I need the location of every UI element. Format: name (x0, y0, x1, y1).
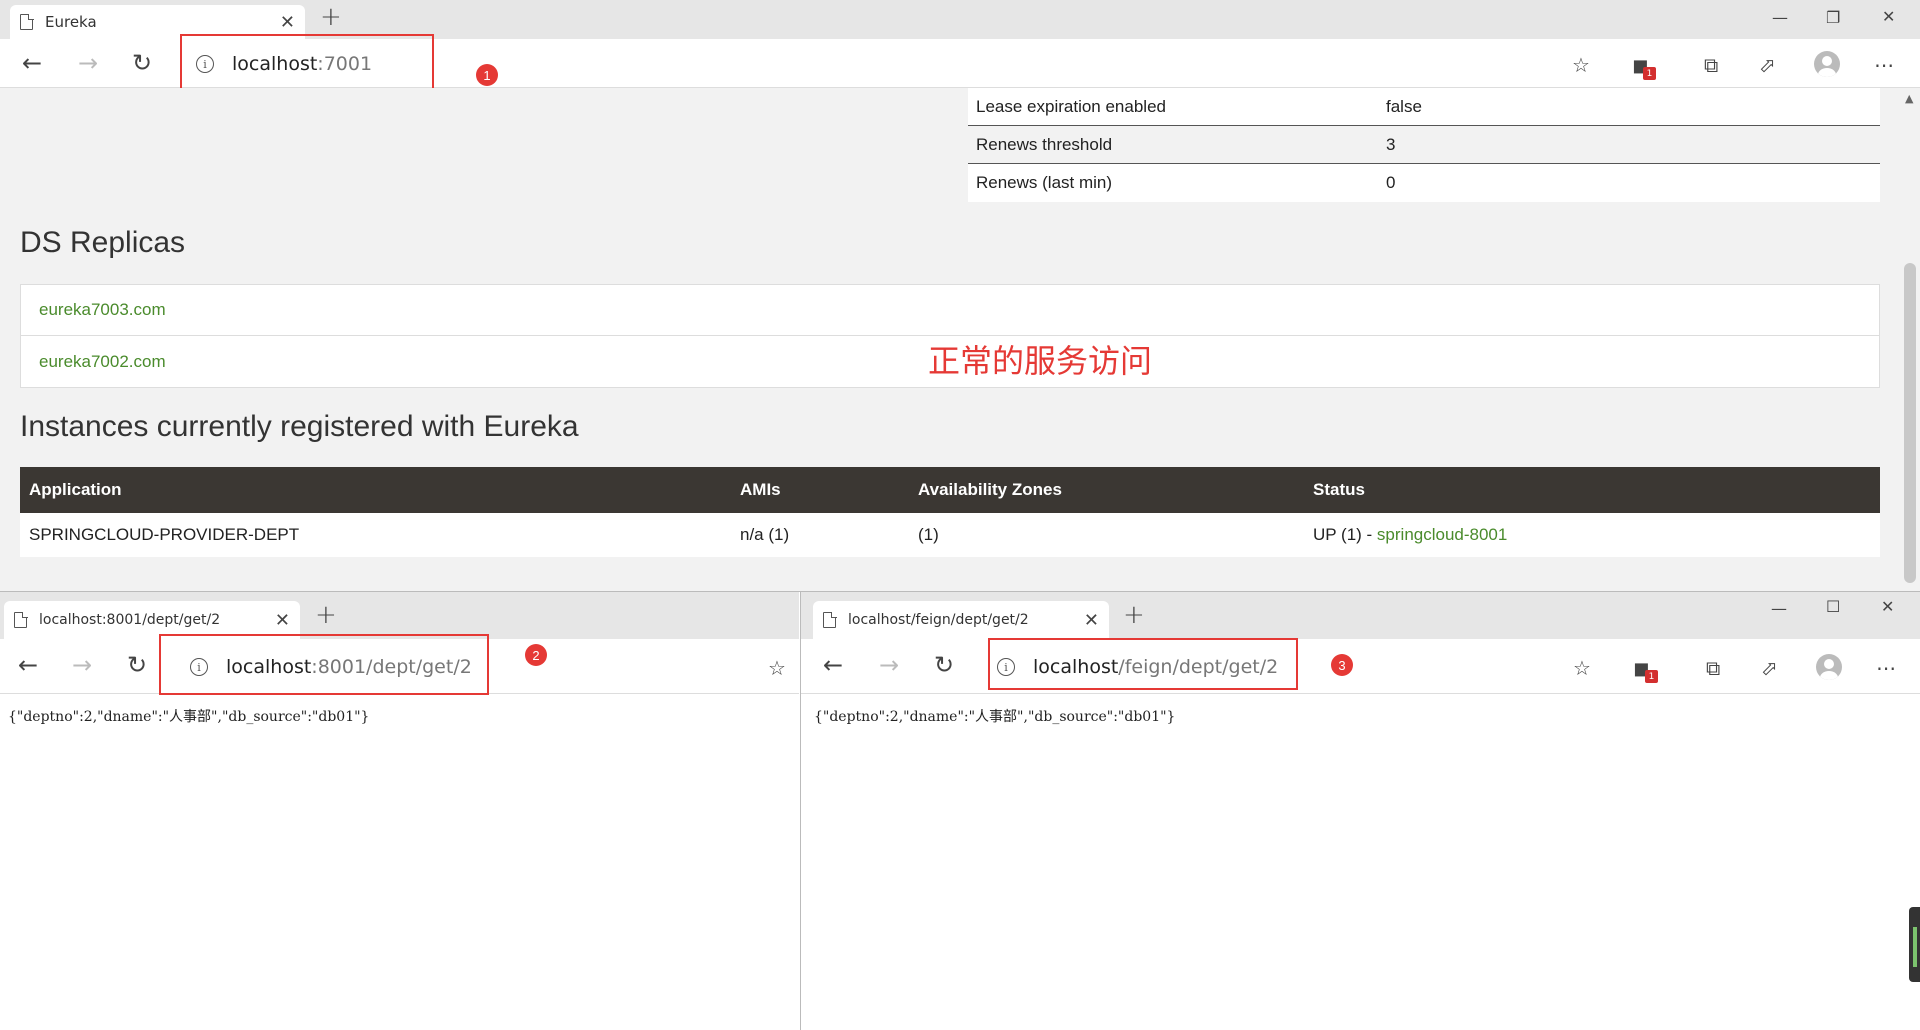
collections-icon[interactable]: ⧉ (1706, 656, 1720, 680)
kv-key: Renews threshold (976, 134, 1113, 154)
callout-2: 2 (525, 644, 547, 666)
reload-icon[interactable]: ↻ (934, 651, 954, 679)
header-status: Status (1313, 480, 1365, 499)
status-text: UP (1) - (1313, 525, 1377, 544)
instances-table: Application AMIs Availability Zones Stat… (20, 467, 1880, 557)
back-icon[interactable]: ← (18, 651, 38, 679)
new-tab-icon[interactable]: + (315, 600, 337, 630)
kv-row: Lease expiration enabled false (968, 88, 1880, 126)
page-icon (20, 13, 34, 30)
callout-1: 1 (476, 64, 498, 86)
favorite-add-icon[interactable]: ☆ (768, 656, 786, 680)
right-toolbar: ← → ↻ i localhost/feign/dept/get/2 ☆ ◼ 1… (801, 639, 1920, 694)
window-close-icon[interactable]: ✕ (1882, 7, 1895, 26)
more-icon[interactable]: ⋯ (1874, 53, 1894, 77)
cell-application: SPRINGCLOUD-PROVIDER-DEPT (29, 525, 300, 544)
extension-badge: 1 (1645, 670, 1658, 683)
right-tabstrip: localhost/feign/dept/get/2 ✕ + — ☐ ✕ (801, 592, 1920, 639)
extension-badge: 1 (1643, 67, 1656, 80)
avatar[interactable] (1816, 654, 1842, 680)
kv-value: false (1386, 96, 1422, 116)
header-zones: Availability Zones (918, 480, 1062, 499)
page-icon (823, 611, 837, 628)
forward-icon[interactable]: → (78, 49, 98, 77)
window-close-icon[interactable]: ✕ (1881, 597, 1894, 616)
avatar[interactable] (1814, 51, 1840, 77)
page-icon (14, 611, 28, 628)
lease-info-table: Lease expiration enabled false Renews th… (968, 88, 1880, 202)
close-icon[interactable]: ✕ (280, 12, 295, 33)
side-widget[interactable] (1909, 907, 1920, 982)
tab-title: localhost/feign/dept/get/2 (848, 612, 1029, 628)
instances-heading: Instances currently registered with Eure… (20, 410, 579, 443)
instance-link[interactable]: springcloud-8001 (1377, 525, 1507, 544)
new-tab-icon[interactable]: + (320, 2, 342, 32)
favorite-add-icon[interactable]: ☆ (1573, 656, 1591, 680)
back-icon[interactable]: ← (823, 651, 843, 679)
close-icon[interactable]: ✕ (1084, 610, 1099, 631)
forward-icon[interactable]: → (879, 651, 899, 679)
kv-value: 3 (1386, 134, 1396, 154)
kv-value: 0 (1386, 173, 1396, 192)
replica-link[interactable]: eureka7003.com (21, 285, 1879, 336)
page-scrollbar[interactable]: ▲ (1900, 88, 1920, 591)
forward-icon[interactable]: → (72, 651, 92, 679)
collections-icon[interactable]: ⧉ (1704, 53, 1718, 77)
left-tabstrip: localhost:8001/dept/get/2 ✕ + (0, 592, 799, 639)
scroll-thumb[interactable] (1904, 263, 1916, 583)
eureka-page: Lease expiration enabled false Renews th… (0, 88, 1900, 591)
minimize-icon[interactable]: — (1771, 599, 1787, 618)
highlight-box-2 (159, 634, 489, 695)
replicas-heading: DS Replicas (20, 226, 186, 259)
share-icon[interactable]: ⬀ (1761, 656, 1778, 680)
cell-amis: n/a (1) (740, 525, 790, 544)
json-response: {"deptno":2,"dname":"人事部","db_source":"d… (8, 709, 370, 725)
table-row: SPRINGCLOUD-PROVIDER-DEPT n/a (1) (1) UP… (20, 513, 1880, 557)
minimize-icon[interactable]: — (1772, 8, 1788, 27)
kv-key: Lease expiration enabled (976, 96, 1166, 116)
annotation-text: 正常的服务访问 (928, 342, 1153, 380)
new-tab-icon[interactable]: + (1123, 600, 1145, 630)
tab-feign[interactable]: localhost/feign/dept/get/2 ✕ (813, 601, 1109, 639)
scroll-up-icon[interactable]: ▲ (1905, 92, 1913, 105)
header-application: Application (29, 480, 122, 499)
favorite-add-icon[interactable]: ☆ (1572, 53, 1590, 77)
kv-key: Renews (last min) (976, 173, 1113, 192)
instances-header: Application AMIs Availability Zones Stat… (20, 467, 1880, 513)
reload-icon[interactable]: ↻ (132, 49, 152, 77)
back-icon[interactable]: ← (22, 49, 42, 77)
restore-icon[interactable]: ❐ (1826, 8, 1840, 27)
kv-row: Renews threshold 3 (968, 126, 1880, 164)
highlight-box-3 (988, 638, 1298, 690)
right-browser-window: localhost/feign/dept/get/2 ✕ + — ☐ ✕ ← →… (800, 591, 1920, 1030)
close-icon[interactable]: ✕ (275, 610, 290, 631)
header-amis: AMIs (740, 480, 781, 499)
tab-title: localhost:8001/dept/get/2 (39, 612, 221, 628)
share-icon[interactable]: ⬀ (1759, 53, 1776, 77)
cell-status: UP (1) - springcloud-8001 (1313, 525, 1880, 545)
kv-row: Renews (last min) 0 (968, 164, 1880, 202)
cell-zones: (1) (918, 525, 939, 544)
reload-icon[interactable]: ↻ (127, 651, 147, 679)
callout-3: 3 (1331, 654, 1353, 676)
more-icon[interactable]: ⋯ (1876, 656, 1896, 680)
left-browser-window: localhost:8001/dept/get/2 ✕ + ← → ↻ i lo… (0, 591, 800, 1030)
maximize-icon[interactable]: ☐ (1826, 597, 1840, 616)
tab-title: Eureka (45, 13, 97, 31)
json-response: {"deptno":2,"dname":"人事部","db_source":"d… (814, 709, 1176, 725)
